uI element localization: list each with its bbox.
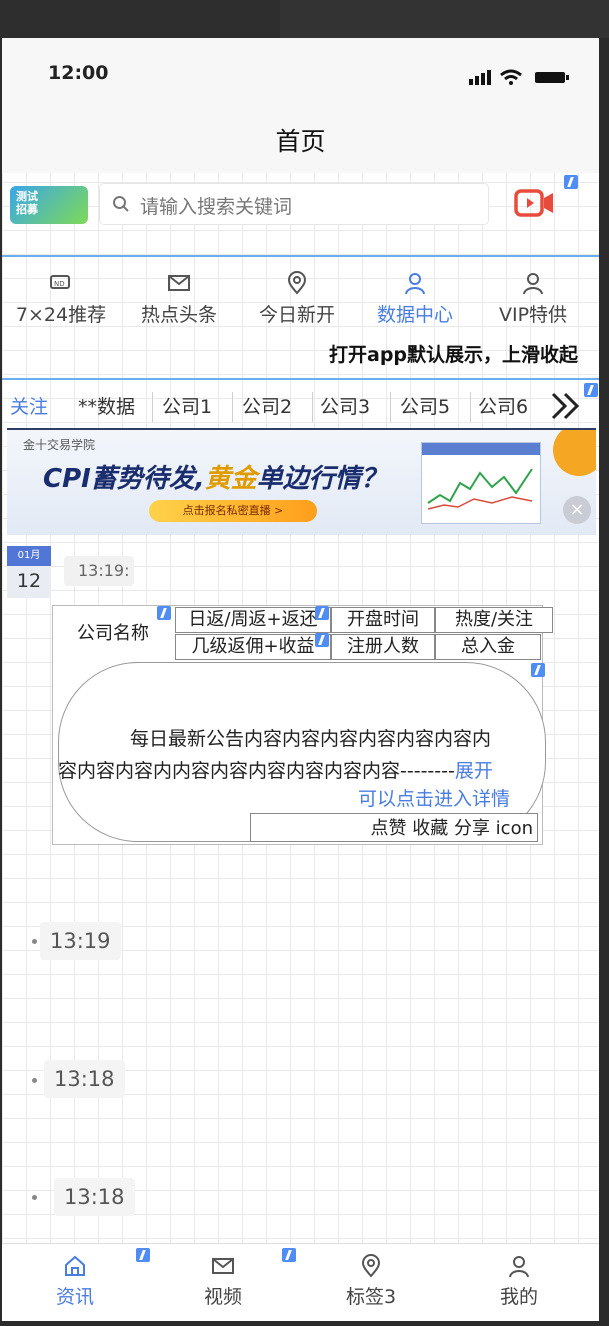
tab-data[interactable]: **数据 xyxy=(78,392,135,419)
user-icon xyxy=(360,270,470,300)
video-camera-icon[interactable] xyxy=(513,186,557,224)
flash-marker-icon xyxy=(584,383,598,397)
flash-marker-icon xyxy=(157,606,171,620)
search-icon xyxy=(113,196,129,212)
window-chrome xyxy=(0,0,609,38)
status-icons xyxy=(469,68,573,90)
divider xyxy=(2,255,599,257)
open-time-cell: 开盘时间 xyxy=(331,607,435,633)
home-icon xyxy=(65,1255,85,1276)
bottom-nav-label: 标签3 xyxy=(345,1286,397,1308)
nav-label: 数据中心 xyxy=(376,304,453,326)
tab-separator xyxy=(312,392,313,422)
user-icon xyxy=(478,270,588,300)
tab-company-3[interactable]: 公司3 xyxy=(320,392,370,419)
banner-close-icon[interactable]: × xyxy=(563,496,591,524)
bottom-nav-label: 资讯 xyxy=(55,1286,94,1308)
company-name: 公司名称 xyxy=(55,608,171,660)
bottom-nav-news[interactable]: 资讯 xyxy=(30,1254,120,1309)
divider xyxy=(2,378,599,380)
mail-icon xyxy=(212,1258,234,1274)
nav-label: VIP特供 xyxy=(498,304,568,326)
mail-icon xyxy=(124,270,234,300)
bottom-nav-label: 我的 xyxy=(499,1286,538,1308)
flash-marker-icon xyxy=(531,663,545,677)
bottom-nav-label: 视频 xyxy=(203,1286,242,1308)
timeline-time: 13:19: xyxy=(64,556,134,586)
flash-marker-icon xyxy=(564,175,578,189)
tab-separator xyxy=(470,392,471,422)
banner-headline: CPI蓄势待发,黄金单边行情？ xyxy=(43,464,387,494)
bottom-nav-tag3[interactable]: 标签3 xyxy=(326,1254,416,1309)
app-logo[interactable]: 测试招募 xyxy=(10,186,88,224)
company-tabs: 关注 **数据 公司1 公司2 公司3 公司5 公司6 xyxy=(2,386,599,426)
timeline-time: 13:18 xyxy=(54,1178,135,1216)
banner-chart-image xyxy=(421,442,541,524)
more-tabs-icon[interactable] xyxy=(549,388,585,432)
registered-cell: 注册人数 xyxy=(331,634,435,660)
banner-cta-button[interactable]: 点击报名私密直播 > xyxy=(149,500,317,522)
search-input[interactable]: 请输入搜索关键词 xyxy=(100,184,488,224)
nav-item-data-center[interactable]: 数据中心 xyxy=(360,270,470,327)
tab-separator xyxy=(232,392,233,422)
page-title: 首页 xyxy=(275,127,326,156)
window-tab xyxy=(280,0,609,38)
tab-company-1[interactable]: 公司1 xyxy=(162,392,212,419)
news-icon: ND xyxy=(6,270,116,300)
nav-item-headlines[interactable]: 热点头条 xyxy=(124,270,234,327)
heat-cell: 热度/关注 xyxy=(435,607,553,633)
ad-banner[interactable]: 金十交易学院 CPI蓄势待发,黄金单边行情？ 点击报名私密直播 > × xyxy=(7,428,596,535)
flash-marker-icon xyxy=(136,1248,150,1262)
location-icon xyxy=(242,270,352,300)
returns-cell: 日返/周返+返还 xyxy=(175,607,331,633)
banner-org: 金十交易学院 xyxy=(23,438,96,452)
phone-screen: 12:00 首页 测试招募 请输入搜索关键词 ND 7×24推荐 热点头条 今日… xyxy=(2,38,599,1321)
notice-text: 每日最新公告内容内容内容内容内容内容内 xyxy=(130,728,492,750)
levels-cell: 几级返佣+收益 xyxy=(175,634,331,660)
detail-link[interactable]: 可以点击进入详情 xyxy=(358,784,510,811)
search-placeholder: 请输入搜索关键词 xyxy=(140,196,293,218)
tab-company-5[interactable]: 公司5 xyxy=(400,392,450,419)
nav-label: 7×24推荐 xyxy=(15,304,107,326)
bottom-nav-video[interactable]: 视频 xyxy=(178,1254,268,1309)
bottom-nav: 资讯 视频 标签3 我的 xyxy=(2,1243,599,1321)
user-icon xyxy=(509,1256,529,1278)
tab-separator xyxy=(390,392,391,422)
tab-follow[interactable]: 关注 xyxy=(10,392,48,419)
nav-item-recommend[interactable]: ND 7×24推荐 xyxy=(6,270,116,327)
timeline-time: 13:19 xyxy=(40,922,121,960)
date-day: 12 xyxy=(16,570,42,592)
timeline-dot xyxy=(32,1078,37,1083)
expand-link[interactable]: 展开 xyxy=(455,760,493,782)
tab-company-6[interactable]: 公司6 xyxy=(478,392,528,419)
logo-text: 测试招募 xyxy=(16,190,38,216)
deposit-cell: 总入金 xyxy=(435,634,541,660)
timeline-time: 13:18 xyxy=(44,1060,125,1098)
date-badge: 01月 12 xyxy=(7,546,51,598)
date-month: 01月 xyxy=(7,546,51,566)
nav-item-vip[interactable]: VIP特供 xyxy=(478,270,588,327)
action-buttons[interactable]: 点赞 收藏 分享 icon xyxy=(371,818,533,839)
location-icon xyxy=(361,1254,381,1278)
nav-item-new-today[interactable]: 今日新开 xyxy=(242,270,352,327)
svg-text:ND: ND xyxy=(54,280,65,288)
tab-company-2[interactable]: 公司2 xyxy=(242,392,292,419)
flash-marker-icon xyxy=(315,633,329,647)
timeline-dot xyxy=(32,1195,37,1200)
card-actions[interactable]: 点赞 收藏 分享 icon xyxy=(250,813,538,842)
nav-label: 热点头条 xyxy=(140,304,217,326)
tab-separator xyxy=(152,392,153,422)
notice-text: 容内容内容内内容内容内容内容内容内容--------展开 xyxy=(58,760,493,782)
status-time: 12:00 xyxy=(48,62,109,84)
bottom-nav-mine[interactable]: 我的 xyxy=(474,1254,564,1309)
banner-badge xyxy=(553,430,596,476)
nav-label: 今日新开 xyxy=(258,304,335,326)
marquee-notice: 打开app默认展示，上滑收起 xyxy=(329,344,579,366)
timeline-dot xyxy=(32,939,37,944)
flash-marker-icon xyxy=(315,606,329,620)
flash-marker-icon xyxy=(282,1248,296,1262)
